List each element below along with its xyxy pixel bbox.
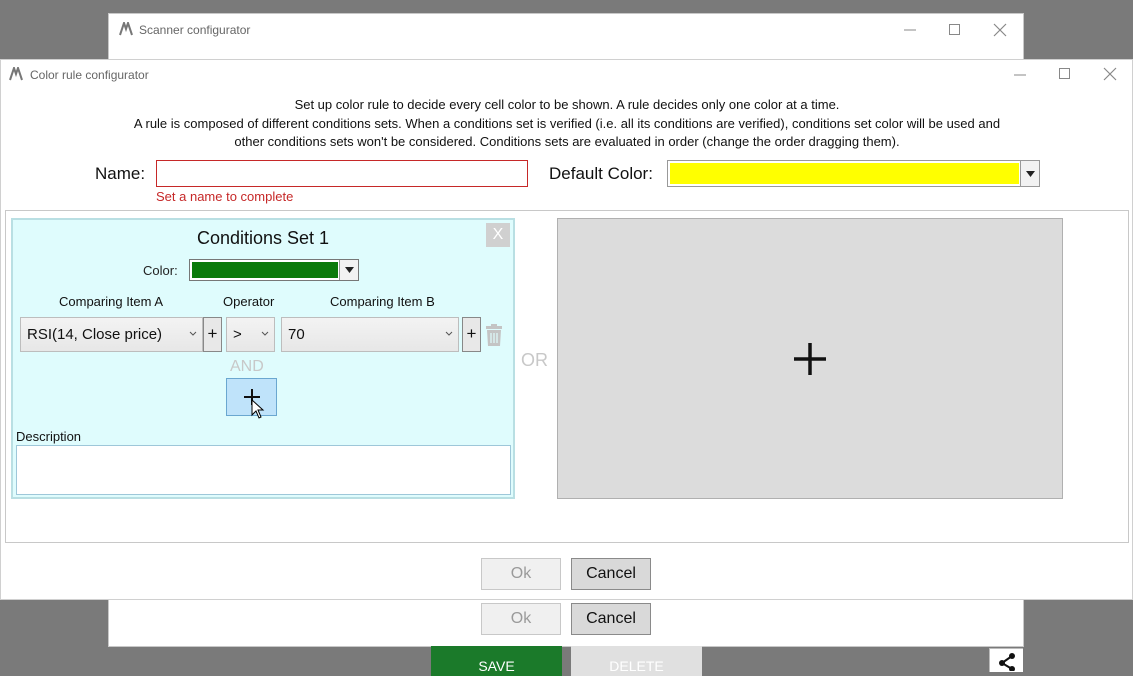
caret-down-icon	[344, 267, 354, 273]
add-item-b-button[interactable]: +	[462, 317, 481, 352]
conditions-set-card[interactable]: Conditions Set 1 X Color: Comparing Item…	[11, 218, 515, 499]
close-icon[interactable]	[993, 23, 1007, 37]
scanner-titlebar[interactable]: Scanner configurator	[109, 14, 1023, 46]
app-logo-icon	[119, 22, 133, 36]
ok-button[interactable]: Ok	[481, 558, 561, 590]
or-label: OR	[521, 350, 548, 370]
set-color-dropdown-button[interactable]	[339, 260, 358, 280]
comparing-item-b-value: 70	[288, 326, 305, 343]
name-input[interactable]	[156, 160, 528, 187]
and-label: AND	[230, 358, 264, 375]
chevron-down-icon	[261, 331, 269, 336]
caret-down-icon	[1025, 170, 1035, 177]
scanner-cancel-button[interactable]: Cancel	[571, 603, 651, 635]
operator-header: Operator	[223, 294, 275, 309]
description-input[interactable]	[16, 445, 511, 495]
remove-conditions-set-button[interactable]: X	[486, 223, 510, 247]
minimize-icon[interactable]	[1013, 68, 1027, 82]
chevron-down-icon	[189, 331, 197, 336]
color-rule-titlebar[interactable]: Color rule configurator	[1, 60, 1132, 88]
default-color-dropdown-button[interactable]	[1020, 161, 1039, 186]
operator-select[interactable]: >	[226, 317, 275, 352]
trash-icon[interactable]	[485, 324, 503, 346]
default-color-select[interactable]	[667, 160, 1040, 187]
operator-value: >	[233, 326, 242, 343]
scanner-ok-button[interactable]: Ok	[481, 603, 561, 635]
color-rule-configurator-window: Color rule configurator Set up color rul…	[0, 59, 1133, 600]
cancel-button[interactable]: Cancel	[571, 558, 651, 590]
name-label: Name:	[95, 164, 146, 183]
plus-icon	[243, 389, 260, 405]
set-color-label: Color:	[143, 263, 178, 278]
intro-line: Set up color rule to decide every cell c…	[294, 97, 840, 112]
intro-text: Set up color rule to decide every cell c…	[61, 96, 1073, 152]
set-color-select[interactable]	[189, 259, 359, 281]
maximize-icon[interactable]	[948, 23, 962, 37]
comparing-item-a-select[interactable]: RSI(14, Close price)	[20, 317, 203, 352]
scanner-window-title: Scanner configurator	[139, 23, 251, 37]
comparing-item-a-value: RSI(14, Close price)	[27, 326, 163, 343]
comparing-item-b-select[interactable]: 70	[281, 317, 459, 352]
conditions-sets-area: Conditions Set 1 X Color: Comparing Item…	[5, 210, 1129, 543]
default-color-label: Default Color:	[549, 164, 653, 183]
app-logo-icon	[9, 67, 23, 81]
name-error-message: Set a name to complete	[156, 189, 294, 204]
minimize-icon[interactable]	[903, 23, 917, 37]
share-button[interactable]	[989, 648, 1023, 672]
share-icon	[999, 653, 1015, 671]
default-color-swatch	[670, 163, 1019, 184]
chevron-down-icon	[445, 331, 453, 336]
set-color-swatch	[192, 262, 338, 278]
add-conditions-set-button[interactable]	[557, 218, 1063, 499]
plus-icon	[794, 342, 826, 375]
close-icon[interactable]	[1103, 67, 1117, 81]
intro-line: other conditions sets won't be considere…	[234, 134, 900, 149]
delete-button[interactable]: DELETE	[571, 646, 702, 676]
intro-line: A rule is composed of different conditio…	[133, 115, 1001, 131]
add-item-a-button[interactable]: +	[203, 317, 222, 352]
comparing-item-b-header: Comparing Item B	[330, 294, 435, 309]
comparing-item-a-header: Comparing Item A	[59, 294, 164, 309]
save-button[interactable]: SAVE	[431, 646, 562, 676]
conditions-set-title: Conditions Set 1	[196, 228, 330, 248]
maximize-icon[interactable]	[1058, 67, 1072, 81]
add-condition-button[interactable]	[226, 378, 277, 419]
description-label: Description	[16, 429, 82, 444]
color-rule-window-title: Color rule configurator	[30, 68, 149, 82]
